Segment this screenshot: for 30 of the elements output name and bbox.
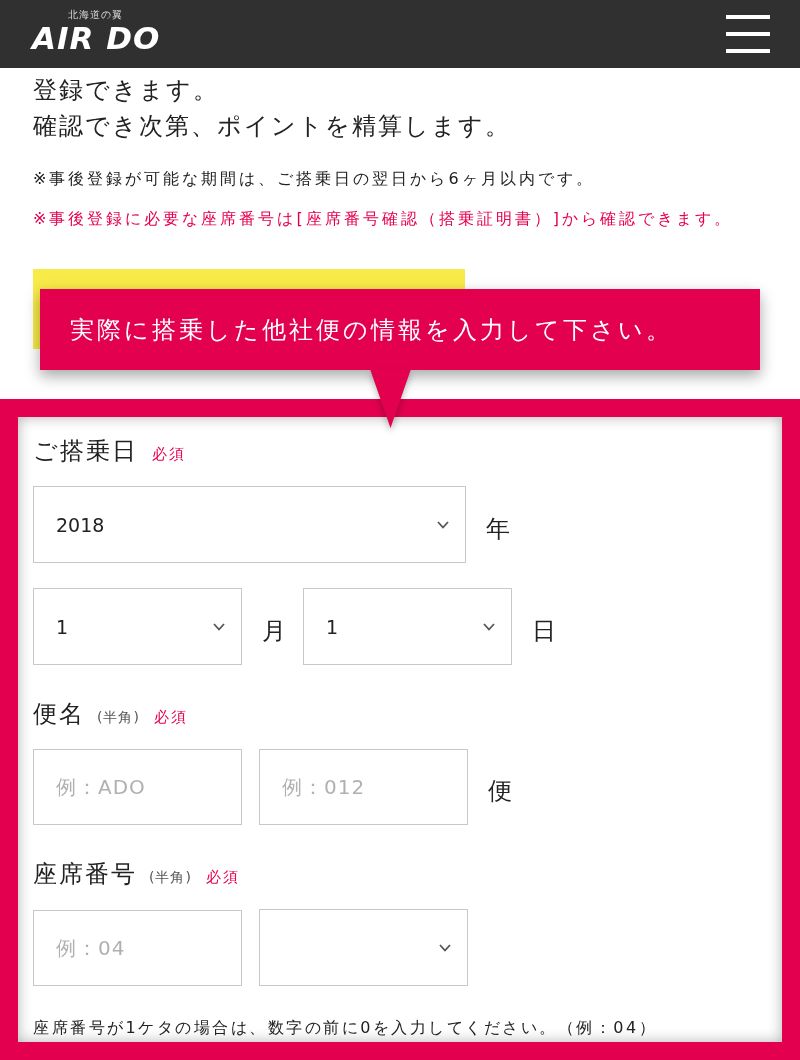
chevron-down-icon	[439, 943, 451, 952]
field-hint: (半角)	[149, 868, 192, 887]
info-note: ※事後登録が可能な期間は、ご搭乗日の翌日から6ヶ月以内です。	[33, 168, 596, 190]
field-hint: (半角)	[97, 708, 140, 727]
field-label: 座席番号	[33, 859, 137, 889]
chevron-down-icon	[437, 520, 449, 529]
dropdown-select[interactable]: 1	[33, 588, 242, 665]
field-label: ご搭乗日	[33, 436, 138, 466]
required-label: 必須	[205, 867, 240, 888]
logo-wordmark[interactable]: AIR DO	[32, 21, 161, 55]
input-field[interactable]: 例：ADO	[33, 749, 242, 825]
dropdown-select[interactable]: 1	[303, 588, 512, 665]
unit-label: 便	[488, 776, 512, 807]
required-label: 必須	[153, 707, 188, 728]
alert-note: ※事後登録に必要な座席番号は[座席番号確認（搭乗証明書）]から確認できます。	[33, 208, 734, 230]
footnote-text: 座席番号が1ケタの場合は、数字の前に0を入力してください。（例：04）	[33, 1017, 659, 1039]
input-field[interactable]: 例：012	[259, 749, 468, 825]
intro-text: 登録できます。	[33, 75, 220, 106]
chevron-down-icon	[483, 622, 495, 631]
input-field[interactable]: 例：04	[33, 909, 242, 986]
unit-label: 年	[486, 513, 510, 545]
unit-label: 日	[532, 615, 556, 647]
dropdown-select[interactable]: 2018	[33, 486, 466, 563]
chevron-down-icon	[213, 622, 225, 631]
unit-label: 月	[262, 615, 286, 647]
logo-tagline: 北海道の翼	[68, 9, 123, 21]
menu-icon[interactable]	[726, 15, 770, 53]
required-label: 必須	[152, 444, 186, 465]
field-label: 便名	[33, 699, 85, 729]
intro-text: 確認でき次第、ポイントを精算します。	[33, 111, 512, 142]
